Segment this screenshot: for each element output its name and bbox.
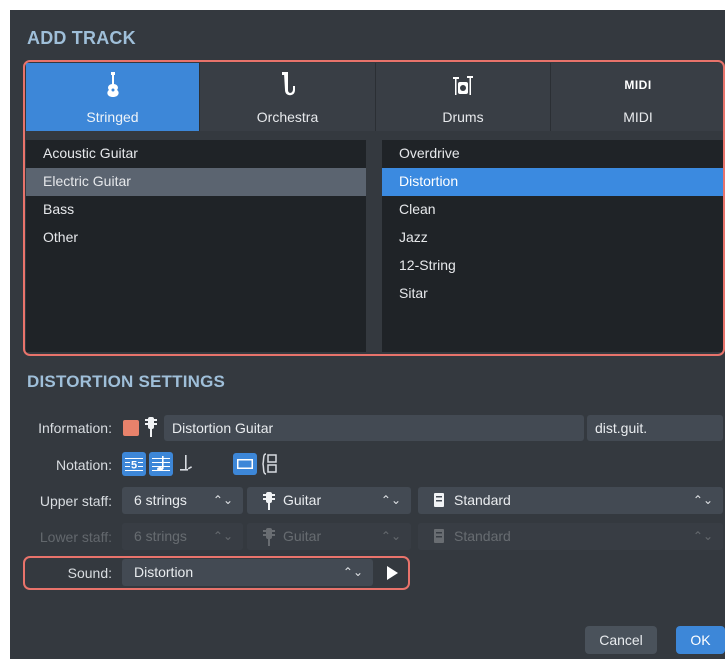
chevron-up-down-icon: ⌃⌄ [380,529,401,543]
lower-staff-label: Lower staff: [39,529,112,545]
sound-row-highlight [23,556,410,590]
select-value: 6 strings [134,528,187,544]
track-color-swatch[interactable] [123,420,139,436]
guitar-head-icon [144,417,158,437]
tuning-fork-icon [434,529,444,545]
add-track-title: ADD TRACK [27,28,136,48]
single-staff-icon [237,459,253,469]
tablature-icon: 5 [125,458,143,472]
upper-staff-tuning-select[interactable]: Standard ⌃⌄ [418,487,723,514]
distortion-settings-title: DISTORTION SETTINGS [27,372,226,391]
chevron-up-down-icon: ⌃⌄ [692,529,713,543]
upper-staff-instrument-select[interactable]: Guitar ⌃⌄ [247,487,411,514]
select-value: Standard [454,492,511,508]
tablature-toggle[interactable]: 5 [122,452,146,476]
tuning-fork-icon [434,493,444,509]
lower-staff-strings-select: 6 strings ⌃⌄ [122,523,243,550]
chevron-up-down-icon: ⌃⌄ [380,493,401,507]
select-value: Standard [454,528,511,544]
select-value: Guitar [283,492,322,508]
notation-label: Notation: [55,457,112,473]
upper-staff-strings-select[interactable]: 6 strings ⌃⌄ [122,487,243,514]
standard-notation-toggle[interactable] [149,452,173,476]
chevron-up-down-icon: ⌃⌄ [212,493,233,507]
track-short-name-field[interactable]: dist.guit. [587,415,723,441]
select-value: 6 strings [134,492,187,508]
information-label: Information: [38,420,112,436]
slash-notation-icon[interactable] [178,454,194,474]
staff-notes-icon [152,456,170,471]
upper-staff-label: Upper staff: [39,493,112,509]
multi-staff-icon[interactable] [262,453,278,475]
svg-text:5: 5 [131,460,137,472]
lower-staff-instrument-select: Guitar ⌃⌄ [247,523,411,550]
guitar-head-icon [263,528,275,547]
chevron-up-down-icon: ⌃⌄ [692,493,713,507]
guitar-head-icon [263,492,275,511]
add-track-dialog: ADD TRACK Stringed Orchestra Drums MIDI … [10,10,725,659]
single-staff-toggle[interactable] [233,453,257,475]
ok-button[interactable]: OK [676,626,725,654]
cancel-button[interactable]: Cancel [585,626,657,654]
chevron-up-down-icon: ⌃⌄ [212,529,233,543]
track-name-field[interactable]: Distortion Guitar [164,415,584,441]
track-selection-highlight [23,60,725,356]
lower-staff-tuning-select: Standard ⌃⌄ [418,523,723,550]
select-value: Guitar [283,528,322,544]
